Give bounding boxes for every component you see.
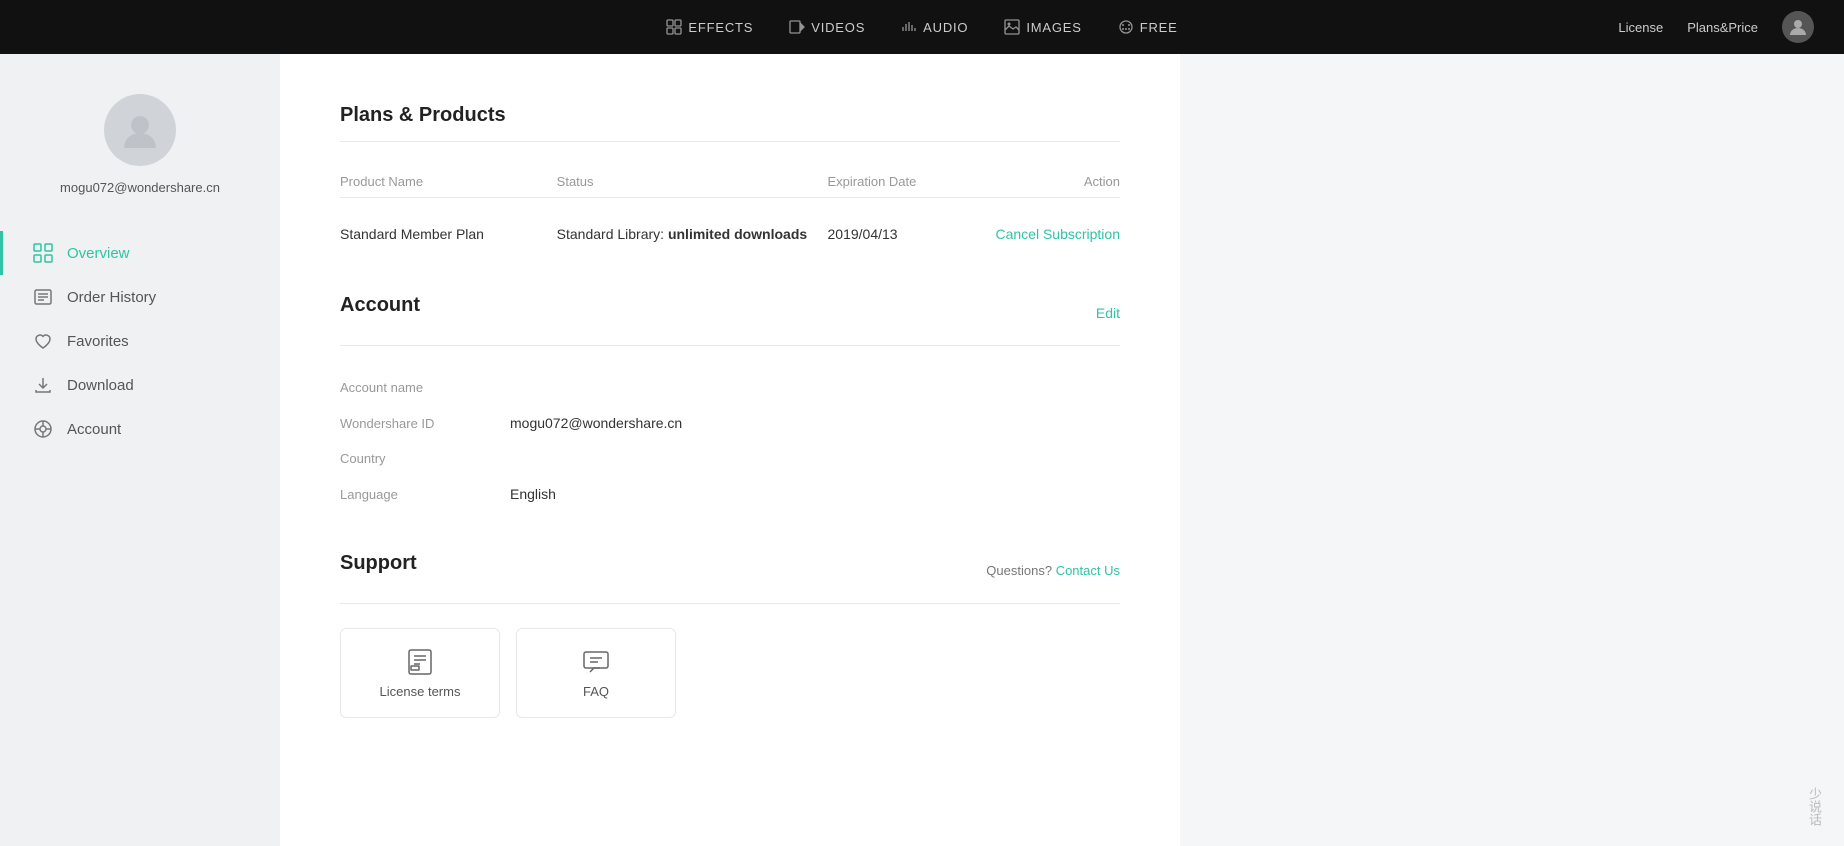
questions-label: Questions? xyxy=(986,563,1052,578)
support-question-text: Questions? Contact Us xyxy=(986,563,1120,578)
top-navigation: EFFECTS VIDEOS AUDIO IMAGES FREE xyxy=(0,0,1844,54)
contact-us-link[interactable]: Contact Us xyxy=(1056,563,1120,578)
support-divider xyxy=(340,603,1120,604)
nav-images[interactable]: IMAGES xyxy=(1004,19,1081,35)
col-product-name: Product Name xyxy=(340,174,557,189)
nav-videos-label: VIDEOS xyxy=(811,20,865,35)
faq-card[interactable]: FAQ xyxy=(516,628,676,718)
sidebar: mogu072@wondershare.cn Overview Order Hi… xyxy=(0,54,280,846)
user-avatar-icon xyxy=(1788,17,1808,37)
plan-status-bold: unlimited downloads xyxy=(668,226,807,242)
sidebar-order-history-label: Order History xyxy=(67,289,156,306)
sidebar-item-favorites[interactable]: Favorites xyxy=(0,319,280,363)
faq-icon xyxy=(582,648,610,676)
account-language-value: English xyxy=(510,486,556,502)
top-nav-right: License Plans&Price xyxy=(1618,11,1814,43)
sidebar-item-order-history[interactable]: Order History xyxy=(0,275,280,319)
plan-status-prefix: Standard Library: xyxy=(557,226,668,242)
support-cards: License terms FAQ xyxy=(340,628,1120,718)
download-icon xyxy=(33,375,53,395)
effects-icon xyxy=(666,19,682,35)
plans-table-header: Product Name Status Expiration Date Acti… xyxy=(340,166,1120,198)
account-fields: Account name Wondershare ID mogu072@wond… xyxy=(340,370,1120,512)
sidebar-download-label: Download xyxy=(67,377,134,394)
sidebar-item-account[interactable]: Account xyxy=(0,407,280,451)
favorites-icon xyxy=(33,331,53,351)
plan-status: Standard Library: unlimited downloads xyxy=(557,226,828,242)
account-country-row: Country xyxy=(340,441,1120,476)
plan-expiration-date: 2019/04/13 xyxy=(828,226,991,242)
plans-price-link[interactable]: Plans&Price xyxy=(1687,20,1758,35)
free-icon xyxy=(1118,19,1134,35)
table-row: Standard Member Plan Standard Library: u… xyxy=(340,214,1120,254)
account-id-label: Wondershare ID xyxy=(340,416,470,431)
videos-icon xyxy=(789,19,805,35)
account-language-label: Language xyxy=(340,487,470,502)
account-section: Account Edit Account name Wondershare ID… xyxy=(340,294,1120,512)
account-id-value: mogu072@wondershare.cn xyxy=(510,415,682,431)
support-title: Support xyxy=(340,552,417,575)
edit-button[interactable]: Edit xyxy=(1096,305,1120,321)
col-status: Status xyxy=(557,174,828,189)
overview-icon xyxy=(33,243,53,263)
user-avatar[interactable] xyxy=(1782,11,1814,43)
images-icon xyxy=(1004,19,1020,35)
watermark-text: 少说话 xyxy=(1805,787,1824,826)
nav-free-label: FREE xyxy=(1140,20,1178,35)
nav-center-items: EFFECTS VIDEOS AUDIO IMAGES FREE xyxy=(666,19,1177,35)
nav-effects[interactable]: EFFECTS xyxy=(666,19,753,35)
nav-effects-label: EFFECTS xyxy=(688,20,753,35)
account-title: Account xyxy=(340,294,420,317)
avatar-placeholder-icon xyxy=(120,110,160,150)
support-section-header: Support Questions? Contact Us xyxy=(340,552,1120,589)
license-terms-card[interactable]: License terms xyxy=(340,628,500,718)
cancel-subscription-link[interactable]: Cancel Subscription xyxy=(990,226,1120,242)
main-layout: mogu072@wondershare.cn Overview Order Hi… xyxy=(0,54,1844,846)
audio-icon xyxy=(901,19,917,35)
main-content: Plans & Products Product Name Status Exp… xyxy=(280,54,1180,846)
account-language-row: Language English xyxy=(340,476,1120,512)
nav-free[interactable]: FREE xyxy=(1118,19,1178,35)
plans-title: Plans & Products xyxy=(340,104,1120,127)
account-country-label: Country xyxy=(340,451,470,466)
sidebar-avatar xyxy=(104,94,176,166)
nav-audio[interactable]: AUDIO xyxy=(901,19,968,35)
account-icon xyxy=(33,419,53,439)
faq-label: FAQ xyxy=(583,684,609,699)
sidebar-nav: Overview Order History Favorites Downloa… xyxy=(0,231,280,451)
nav-audio-label: AUDIO xyxy=(923,20,968,35)
sidebar-item-overview[interactable]: Overview xyxy=(0,231,280,275)
license-terms-label: License terms xyxy=(380,684,461,699)
col-action: Action xyxy=(990,174,1120,189)
sidebar-overview-label: Overview xyxy=(67,245,130,262)
account-id-row: Wondershare ID mogu072@wondershare.cn xyxy=(340,405,1120,441)
account-section-header: Account Edit xyxy=(340,294,1120,331)
license-link[interactable]: License xyxy=(1618,20,1663,35)
account-name-label: Account name xyxy=(340,380,470,395)
sidebar-user-email: mogu072@wondershare.cn xyxy=(60,180,220,195)
sidebar-account-label: Account xyxy=(67,421,121,438)
plans-divider xyxy=(340,141,1120,142)
plan-product-name: Standard Member Plan xyxy=(340,226,557,242)
support-section: Support Questions? Contact Us License te… xyxy=(340,552,1120,718)
account-divider xyxy=(340,345,1120,346)
account-name-row: Account name xyxy=(340,370,1120,405)
sidebar-item-download[interactable]: Download xyxy=(0,363,280,407)
nav-videos[interactable]: VIDEOS xyxy=(789,19,865,35)
license-icon xyxy=(406,648,434,676)
order-history-icon xyxy=(33,287,53,307)
plans-section: Plans & Products Product Name Status Exp… xyxy=(340,104,1120,254)
sidebar-favorites-label: Favorites xyxy=(67,333,129,350)
nav-images-label: IMAGES xyxy=(1026,20,1081,35)
col-expiration-date: Expiration Date xyxy=(828,174,991,189)
